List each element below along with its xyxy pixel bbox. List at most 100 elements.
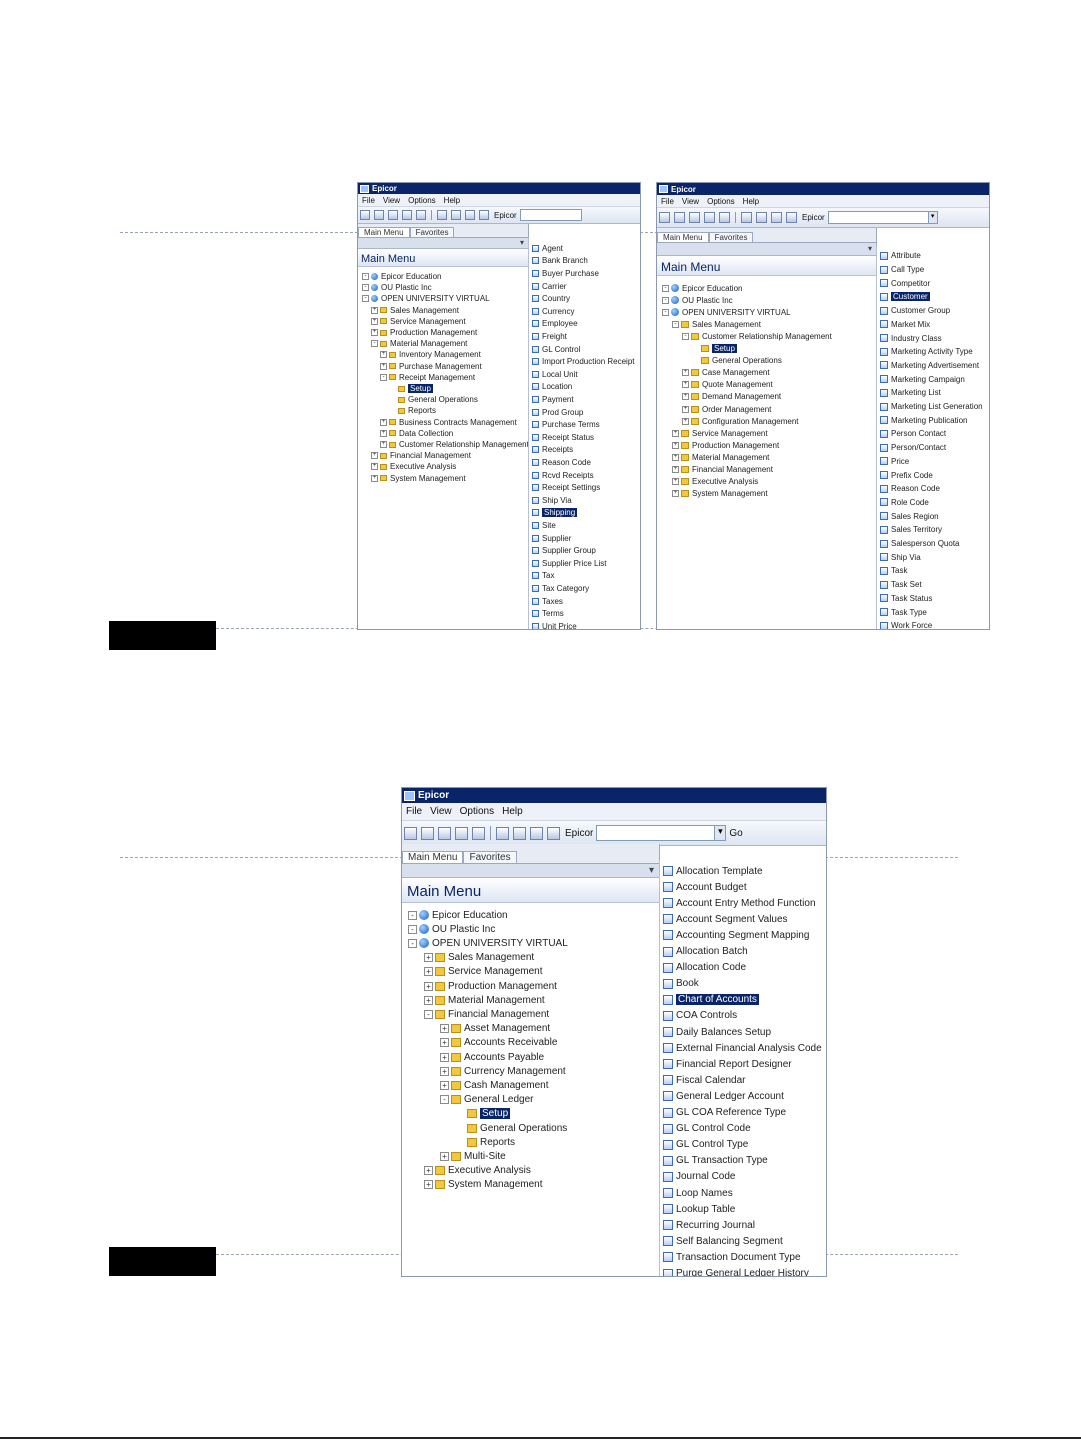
tree-item[interactable]: - Epicor Education <box>408 908 508 922</box>
expand-icon[interactable]: + <box>424 1180 433 1190</box>
refresh-icon[interactable] <box>741 212 752 223</box>
tree-item[interactable]: - Sales Management <box>672 318 761 330</box>
back-icon[interactable] <box>455 826 468 840</box>
program-list-item[interactable]: Prod Group <box>532 406 583 419</box>
program-list-item[interactable]: Marketing Advertisement <box>880 359 979 373</box>
program-list-item[interactable]: Account Segment Values <box>663 911 788 927</box>
program-list-item[interactable]: Lookup Table <box>663 1201 735 1217</box>
list-icon[interactable] <box>786 212 797 223</box>
program-list-item[interactable]: Supplier Group <box>532 544 596 557</box>
tree-item[interactable]: + Data Collection <box>380 428 453 439</box>
tree-item[interactable]: + Material Management <box>424 993 545 1007</box>
home-icon[interactable] <box>659 212 670 223</box>
expand-icon[interactable]: + <box>371 474 378 482</box>
program-list-item[interactable]: Receipts <box>532 444 573 457</box>
expand-icon[interactable]: + <box>380 429 387 437</box>
collapse-bar[interactable]: ▾ <box>358 238 528 249</box>
program-list-item[interactable]: Freight <box>532 330 567 343</box>
tree-item[interactable]: Setup <box>692 343 737 355</box>
program-list-item[interactable]: Call Type <box>880 263 924 277</box>
expand-icon[interactable]: + <box>440 1052 449 1062</box>
home-icon[interactable] <box>404 826 417 840</box>
expand-icon[interactable]: + <box>380 418 387 426</box>
tree-item[interactable]: + Production Management <box>371 327 477 338</box>
tree-item[interactable]: - General Ledger <box>440 1093 534 1107</box>
tab-main-menu[interactable]: Main Menu <box>358 227 410 237</box>
program-list-item[interactable]: Ship Via <box>880 550 921 564</box>
program-list-item[interactable]: Transaction Document Type <box>663 1249 801 1265</box>
program-list-item[interactable]: Financial Report Designer <box>663 1056 792 1072</box>
program-list-item[interactable]: Recurring Journal <box>663 1217 755 1233</box>
collapse-icon[interactable]: - <box>672 320 679 328</box>
forward-icon[interactable] <box>416 210 426 220</box>
program-list-item[interactable]: Work Force <box>880 619 932 629</box>
refresh-icon[interactable] <box>496 826 509 840</box>
forward-icon[interactable] <box>719 212 730 223</box>
tree-item[interactable]: - Customer Relationship Management <box>682 330 832 342</box>
tree-item[interactable]: + Service Management <box>371 316 466 327</box>
tile-icon[interactable] <box>530 826 543 840</box>
tree-item[interactable]: + System Management <box>672 488 768 500</box>
program-list-item[interactable]: Journal Code <box>663 1169 735 1185</box>
tree-item[interactable]: + Accounts Payable <box>440 1050 544 1064</box>
program-list-item[interactable]: Allocation Template <box>663 863 763 879</box>
back-icon[interactable] <box>402 210 412 220</box>
search-icon[interactable] <box>513 826 526 840</box>
tab-favorites[interactable]: Favorites <box>409 227 455 237</box>
program-list-item[interactable]: Account Budget <box>663 879 747 895</box>
program-list-item[interactable]: Taxes <box>532 595 563 608</box>
program-list-item[interactable]: Marketing List Generation <box>880 400 983 414</box>
program-list-item[interactable]: External Financial Analysis Code <box>663 1040 822 1056</box>
program-list-item[interactable]: Marketing Activity Type <box>880 345 973 359</box>
program-list-item[interactable]: Person Contact <box>880 427 946 441</box>
collapse-icon[interactable]: - <box>408 910 417 920</box>
back-icon[interactable] <box>704 212 715 223</box>
program-list-item[interactable]: Industry Class <box>880 331 942 345</box>
collapse-icon[interactable]: - <box>424 1009 433 1019</box>
program-list-item[interactable]: Unit Price <box>532 620 577 629</box>
program-list-item[interactable]: Currency <box>532 305 574 318</box>
tree-item[interactable]: Reports <box>389 405 436 416</box>
tile-icon[interactable] <box>771 212 782 223</box>
expand-icon[interactable]: + <box>682 393 689 401</box>
collapse-icon[interactable]: - <box>362 295 369 303</box>
expand-icon[interactable]: + <box>682 369 689 377</box>
collapse-icon[interactable]: - <box>408 924 417 934</box>
program-list-item[interactable]: Terms <box>532 607 564 620</box>
program-list-item[interactable]: Role Code <box>880 496 929 510</box>
tree-item[interactable]: + Service Management <box>672 427 768 439</box>
company-combo[interactable]: ▾ <box>596 825 727 841</box>
program-list-item[interactable]: Country <box>532 292 570 305</box>
menu-options[interactable]: Options <box>703 197 739 206</box>
expand-icon[interactable]: + <box>672 429 679 437</box>
tree-item[interactable]: - OPEN UNIVERSITY VIRTUAL <box>362 293 490 304</box>
program-list-item[interactable]: Reason Code <box>880 482 940 496</box>
program-list-item[interactable]: Marketing Campaign <box>880 372 965 386</box>
tree-item[interactable]: + Configuration Management <box>682 415 799 427</box>
tree-item[interactable]: Setup <box>389 383 433 394</box>
expand-icon[interactable]: + <box>380 351 387 359</box>
tree-item[interactable]: + Case Management <box>682 367 770 379</box>
collapse-icon[interactable]: - <box>408 938 417 948</box>
expand-icon[interactable]: + <box>672 490 679 498</box>
tree-item[interactable]: - Epicor Education <box>662 282 742 294</box>
program-list-item[interactable]: Marketing List <box>880 386 941 400</box>
collapse-icon[interactable]: - <box>440 1095 449 1105</box>
program-list-item[interactable]: Self Balancing Segment <box>663 1233 783 1249</box>
program-list-item[interactable]: Fiscal Calendar <box>663 1072 745 1088</box>
program-list-item[interactable]: GL Control Code <box>663 1121 751 1137</box>
program-list-item[interactable]: GL COA Reference Type <box>663 1105 786 1121</box>
tree-item[interactable]: + Multi-Site <box>440 1149 506 1163</box>
tree-item[interactable]: + Financial Management <box>371 450 471 461</box>
list-icon[interactable] <box>479 210 489 220</box>
tree-item[interactable]: - Financial Management <box>424 1007 549 1021</box>
tree-item[interactable]: + Material Management <box>672 451 769 463</box>
globe-icon[interactable] <box>438 826 451 840</box>
collapse-icon[interactable]: - <box>682 332 689 340</box>
tree-item[interactable]: + Executive Analysis <box>371 461 456 472</box>
program-list-item[interactable]: Account Entry Method Function <box>663 895 816 911</box>
expand-icon[interactable]: + <box>440 1151 449 1161</box>
program-list-item[interactable]: Daily Balances Setup <box>663 1024 771 1040</box>
program-list-item[interactable]: Purge General Ledger History <box>663 1266 809 1276</box>
program-list-item[interactable]: Shipping <box>532 507 578 520</box>
